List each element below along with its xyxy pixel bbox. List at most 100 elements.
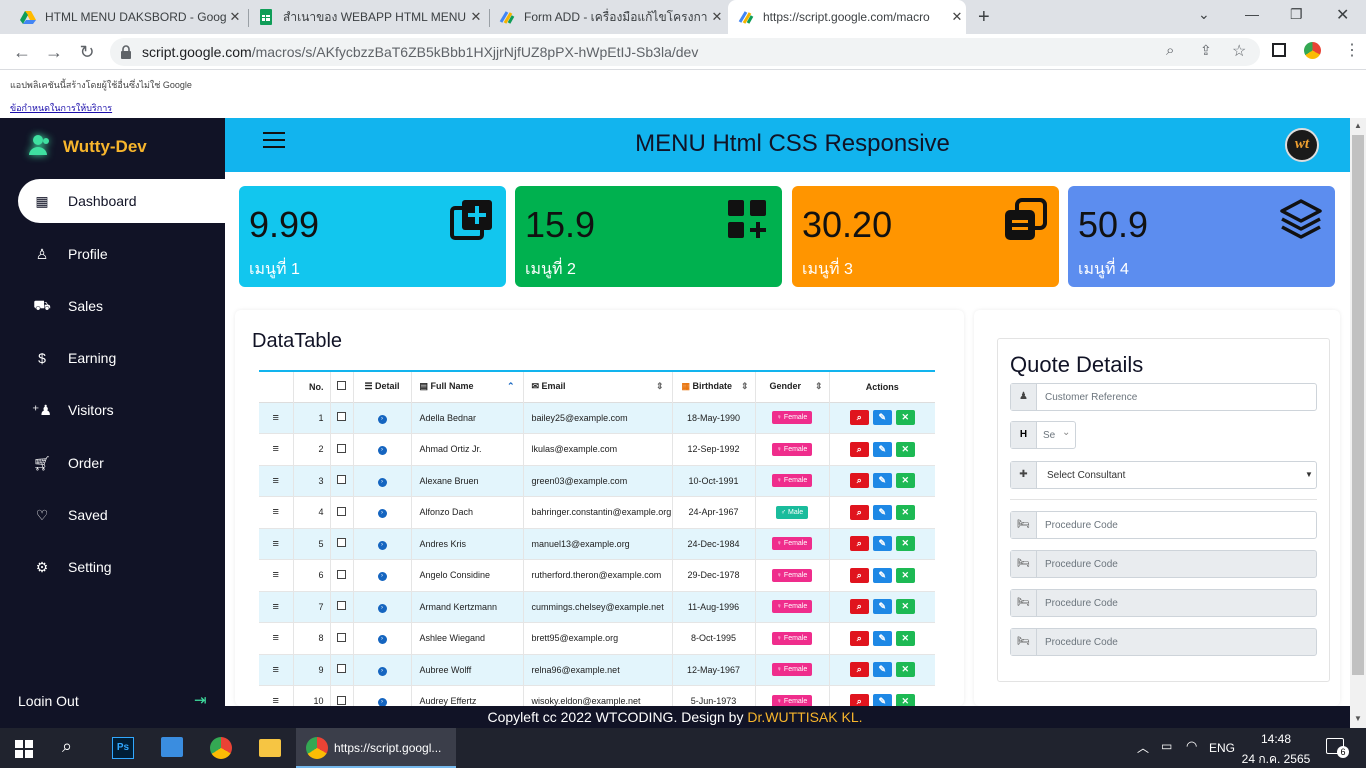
sidebar-item-sales[interactable]: ⛟ Sales <box>18 284 225 328</box>
search-icon[interactable]: ⌕ <box>62 736 72 757</box>
view-icon[interactable]: ⌕ <box>849 567 869 583</box>
side-panel-icon[interactable] <box>1272 43 1286 57</box>
reload-icon[interactable]: ↻ <box>75 40 99 64</box>
row-detail[interactable]: › <box>353 433 412 465</box>
row-checkbox[interactable] <box>330 528 354 560</box>
stat-card[interactable]: 30.20 เมนูที่ 3 <box>792 186 1059 287</box>
customer-reference-field[interactable]: ♟ Customer Reference <box>1010 383 1317 411</box>
edit-icon[interactable]: ✎ <box>872 567 892 583</box>
view-icon[interactable]: ⌕ <box>849 441 869 457</box>
stat-card[interactable]: 50.9 เมนูที่ 4 <box>1068 186 1335 287</box>
header-birthdate[interactable]: ▦ Birthdate ⇕ <box>672 372 756 402</box>
edit-icon[interactable]: ✎ <box>872 662 892 678</box>
table-row[interactable]: ≡ 3 › Alexane Bruen green03@example.com 10-Oc… <box>259 465 935 497</box>
delete-icon[interactable]: ✕ <box>895 410 915 426</box>
clock-time[interactable]: 14:48 <box>1244 732 1308 746</box>
table-row[interactable]: ≡ 4 › Alfonzo Dach bahringer.constantin@exam… <box>259 496 935 528</box>
row-checkbox[interactable] <box>330 654 354 686</box>
row-detail[interactable]: › <box>353 685 412 706</box>
delete-icon[interactable]: ✕ <box>895 630 915 646</box>
delete-icon[interactable]: ✕ <box>895 536 915 552</box>
row-detail[interactable]: › <box>353 402 412 434</box>
row-checkbox[interactable] <box>330 559 354 591</box>
procedure-code-field[interactable]: 🛏︎ Procedure Code <box>1010 511 1317 539</box>
view-icon[interactable]: ⌕ <box>849 504 869 520</box>
edit-icon[interactable]: ✎ <box>872 630 892 646</box>
delete-icon[interactable]: ✕ <box>895 662 915 678</box>
close-tab-icon[interactable]: ✕ <box>467 9 485 25</box>
restore-icon[interactable]: ❐ <box>1290 6 1303 23</box>
drag-handle-icon[interactable]: ≡ <box>259 496 294 528</box>
row-detail[interactable]: › <box>353 622 412 654</box>
close-tab-icon[interactable]: ✕ <box>226 9 244 25</box>
edit-icon[interactable]: ✎ <box>872 536 892 552</box>
tab-search-icon[interactable]: ⌄ <box>1198 6 1210 23</box>
share-icon[interactable]: ⇪ <box>1200 42 1212 59</box>
sidebar-item-earning[interactable]: $ Earning <box>18 336 225 380</box>
view-icon[interactable]: ⌕ <box>849 662 869 678</box>
drag-handle-icon[interactable]: ≡ <box>259 622 294 654</box>
edit-icon[interactable]: ✎ <box>872 504 892 520</box>
row-detail[interactable]: › <box>353 465 412 497</box>
extension-icon[interactable] <box>1304 42 1321 59</box>
clock-date[interactable]: 24 ก.ค. 2565 <box>1240 750 1312 769</box>
windows-start-icon[interactable] <box>15 740 33 758</box>
close-window-icon[interactable]: ✕ <box>1336 5 1349 25</box>
row-checkbox[interactable] <box>330 496 354 528</box>
meet-now-icon[interactable]: ▭ <box>1161 739 1172 753</box>
language-indicator[interactable]: ENG <box>1209 741 1235 755</box>
row-checkbox[interactable] <box>330 465 354 497</box>
row-detail[interactable]: › <box>353 528 412 560</box>
row-checkbox[interactable] <box>330 591 354 623</box>
stat-card[interactable]: 9.99 เมนูที่ 1 <box>239 186 506 287</box>
consultant-select[interactable]: ✚ Select Consultant ▼ <box>1010 461 1317 489</box>
minimize-icon[interactable]: — <box>1245 6 1259 22</box>
sidebar-item-saved[interactable]: ♡ Saved <box>18 493 225 537</box>
view-icon[interactable]: ⌕ <box>849 536 869 552</box>
drag-handle-icon[interactable]: ≡ <box>259 465 294 497</box>
browser-tab[interactable]: สำเนาของ WEBAPP HTML MENU E ✕ <box>250 0 485 34</box>
table-row[interactable]: ≡ 9 › Aubree Wolff relna96@example.net 12-May… <box>259 654 935 686</box>
lock-icon[interactable] <box>120 45 132 59</box>
header-detail[interactable]: ☰ Detail <box>353 372 412 402</box>
browser-tab[interactable]: HTML MENU DAKSBORD - Goog ✕ <box>12 0 244 34</box>
row-checkbox[interactable] <box>330 622 354 654</box>
edit-icon[interactable]: ✎ <box>872 473 892 489</box>
edit-icon[interactable]: ✎ <box>872 599 892 615</box>
view-icon[interactable]: ⌕ <box>849 599 869 615</box>
view-icon[interactable]: ⌕ <box>849 473 869 489</box>
scroll-up-icon[interactable]: ▲ <box>1354 121 1362 130</box>
row-detail[interactable]: › <box>353 496 412 528</box>
view-icon[interactable]: ⌕ <box>849 410 869 426</box>
sidebar-item-setting[interactable]: ⚙ Setting <box>18 545 225 589</box>
taskbar-active-window[interactable]: https://script.googl... <box>296 728 456 768</box>
drag-handle-icon[interactable]: ≡ <box>259 402 294 434</box>
page-scrollbar[interactable]: ▲ ▼ <box>1350 118 1366 728</box>
table-row[interactable]: ≡ 7 › Armand Kertzmann cummings.chelsey@exam… <box>259 591 935 623</box>
table-row[interactable]: ≡ 8 › Ashlee Wiegand brett95@example.org 8-Oc… <box>259 622 935 654</box>
scrollbar-thumb[interactable] <box>1352 135 1364 675</box>
view-icon[interactable]: ⌕ <box>849 693 869 706</box>
drag-handle-icon[interactable]: ≡ <box>259 433 294 465</box>
header-gender[interactable]: Gender ⇕ <box>755 372 830 402</box>
zoom-icon[interactable]: ⌕ <box>1166 42 1174 59</box>
drag-handle-icon[interactable]: ≡ <box>259 528 294 560</box>
edit-icon[interactable]: ✎ <box>872 410 892 426</box>
delete-icon[interactable]: ✕ <box>895 473 915 489</box>
procedure-code-field[interactable]: 🛏︎ Procedure Code <box>1010 550 1317 578</box>
forward-icon[interactable]: → <box>42 40 66 64</box>
drag-handle-icon[interactable]: ≡ <box>259 591 294 623</box>
row-checkbox[interactable] <box>330 402 354 434</box>
row-checkbox[interactable] <box>330 433 354 465</box>
browser-tab-active[interactable]: https://script.google.com/macro ✕ <box>728 0 966 34</box>
more-menu-icon[interactable]: ⋮ <box>1344 40 1360 60</box>
terms-link[interactable]: ข้อกำหนดในการให้บริการ <box>10 101 112 115</box>
edit-icon[interactable]: ✎ <box>872 693 892 706</box>
photos-icon[interactable] <box>161 737 183 757</box>
short-select[interactable]: H Se ⌄ <box>1010 421 1076 449</box>
header-fullname[interactable]: ▤ Full Name ⌃ <box>411 372 524 402</box>
address-bar[interactable]: script.google.com/macros/s/AKfycbzzBaT6Z… <box>110 38 1260 66</box>
table-row[interactable]: ≡ 6 › Angelo Considine rutherford.theron@exa… <box>259 559 935 591</box>
chevron-up-icon[interactable]: ︿ <box>1137 739 1149 756</box>
file-explorer-icon[interactable] <box>259 739 281 757</box>
